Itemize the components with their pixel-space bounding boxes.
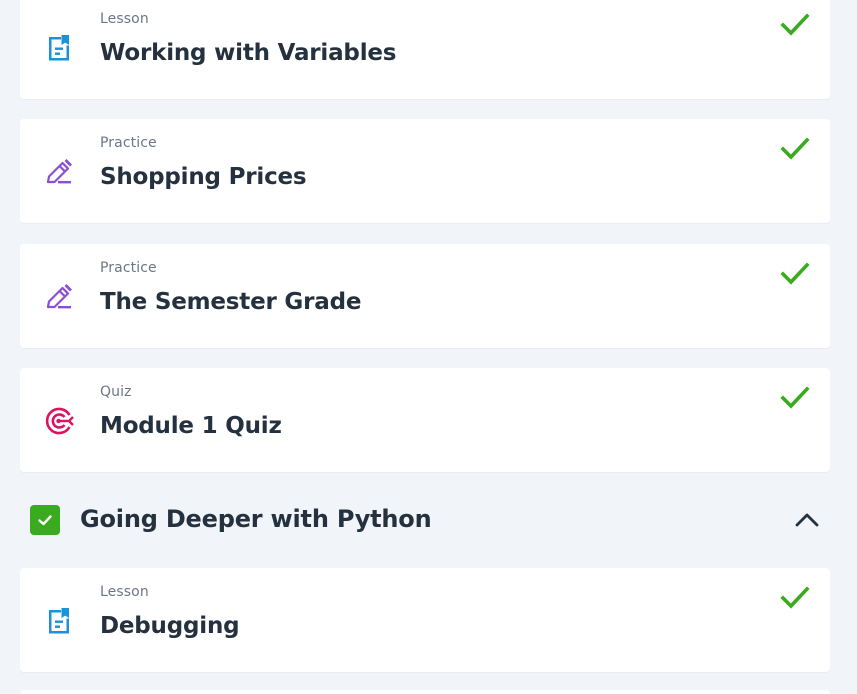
completed-check-icon (780, 13, 810, 36)
item-type-label: Lesson (100, 584, 149, 600)
item-title[interactable]: Shopping Prices (100, 161, 307, 193)
quiz-target-icon (45, 407, 74, 435)
item-title[interactable]: Working with Variables (100, 37, 396, 69)
check-icon (38, 515, 52, 526)
section-title: Going Deeper with Python (80, 505, 432, 533)
item-title[interactable]: Module 1 Quiz (100, 410, 282, 442)
completed-check-icon (780, 586, 810, 609)
lesson-document-icon (49, 608, 69, 634)
practice-card[interactable]: Practice Shopping Prices (20, 119, 830, 223)
practice-pencil-icon (46, 159, 72, 184)
practice-pencil-icon (46, 284, 72, 309)
section-header[interactable]: Going Deeper with Python (20, 493, 830, 547)
lesson-document-icon (49, 35, 69, 61)
completed-check-icon (780, 262, 810, 285)
item-title[interactable]: The Semester Grade (100, 286, 361, 318)
lesson-card[interactable]: Lesson Debugging (20, 568, 830, 672)
item-type-label: Practice (100, 135, 157, 151)
lesson-card[interactable]: Lesson Working with Variables (20, 0, 830, 99)
section-complete-checkbox (30, 505, 60, 535)
completed-check-icon (780, 386, 810, 409)
item-type-label: Lesson (100, 11, 149, 27)
practice-card[interactable]: Practice The Semester Grade (20, 244, 830, 348)
quiz-card[interactable]: Quiz Module 1 Quiz (20, 368, 830, 472)
next-card-edge (20, 690, 830, 694)
completed-check-icon (780, 137, 810, 160)
item-type-label: Practice (100, 260, 157, 276)
item-type-label: Quiz (100, 384, 132, 400)
item-title[interactable]: Debugging (100, 610, 240, 642)
chevron-up-icon[interactable] (794, 507, 820, 533)
